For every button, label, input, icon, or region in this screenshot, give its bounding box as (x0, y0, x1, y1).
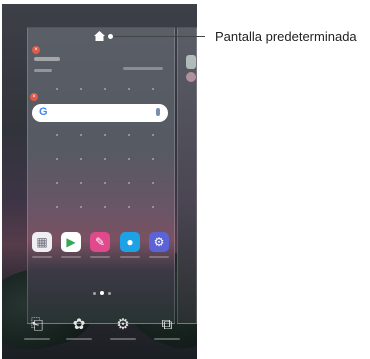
grid-dot (152, 158, 154, 160)
grid-dot (128, 88, 130, 90)
grid-dot (80, 134, 82, 136)
search-widget[interactable]: G (32, 104, 168, 122)
preview-app-icon (186, 55, 196, 69)
remove-widget-icon[interactable]: × (32, 46, 40, 54)
weather-widget[interactable] (123, 67, 163, 70)
apps-folder-icon[interactable]: ▦ (32, 232, 52, 252)
grid-dot (152, 134, 154, 136)
grid-dot (80, 206, 82, 208)
grid-dot (104, 88, 106, 90)
callout-leader-line (113, 36, 205, 37)
google-icon: G (39, 106, 48, 118)
app-label (32, 256, 52, 258)
clock-widget[interactable] (34, 57, 60, 61)
grid-dot (128, 206, 130, 208)
grid-dot (56, 88, 58, 90)
remove-widget-icon[interactable]: × (30, 93, 38, 101)
grid-dot (128, 158, 130, 160)
settings-icon[interactable]: ⚙ (149, 232, 169, 252)
grid-dot (104, 182, 106, 184)
edit-pages-icon[interactable]: ⧉ (158, 316, 176, 334)
bottom-bar-label (110, 338, 136, 340)
messages-icon[interactable]: ● (120, 232, 140, 252)
page-indicator (108, 292, 111, 295)
callout-label: Pantalla predeterminada (215, 29, 357, 44)
edit-bottom-bar: ⎗ ✿ ⚙ ⧉ (2, 308, 197, 359)
date-widget (34, 69, 52, 72)
grid-dot (56, 158, 58, 160)
page-indicator (93, 292, 96, 295)
grid-dot (56, 134, 58, 136)
bottom-bar-label (24, 338, 50, 340)
app-label (90, 256, 110, 258)
grid-dot (152, 88, 154, 90)
grid-dot (104, 206, 106, 208)
widgets-icon[interactable]: ⎗ (28, 316, 46, 334)
grid-dot (128, 182, 130, 184)
grid-dot (80, 158, 82, 160)
grid-dot (80, 182, 82, 184)
grid-dot (104, 134, 106, 136)
grid-dot (152, 206, 154, 208)
pen-icon[interactable]: ✎ (90, 232, 110, 252)
page-indicator-active (100, 291, 104, 295)
app-label (61, 256, 81, 258)
grid-dot (56, 182, 58, 184)
bottom-bar-label (154, 338, 180, 340)
next-page-preview[interactable] (177, 27, 197, 324)
mic-icon[interactable] (156, 108, 160, 116)
grid-dot (56, 206, 58, 208)
grid-dot (80, 88, 82, 90)
grid-dot (128, 134, 130, 136)
preview-app-icon (186, 72, 196, 82)
app-label (149, 256, 169, 258)
wallpaper-theme-icon[interactable]: ✿ (70, 316, 88, 334)
bottom-bar-label (66, 338, 92, 340)
app-label (120, 256, 140, 258)
grid-dot (152, 182, 154, 184)
grid-dot (104, 158, 106, 160)
home-settings-icon[interactable]: ⚙ (114, 316, 132, 334)
play-store-icon[interactable]: ▶ (61, 232, 81, 252)
default-home-icon[interactable] (94, 31, 105, 41)
